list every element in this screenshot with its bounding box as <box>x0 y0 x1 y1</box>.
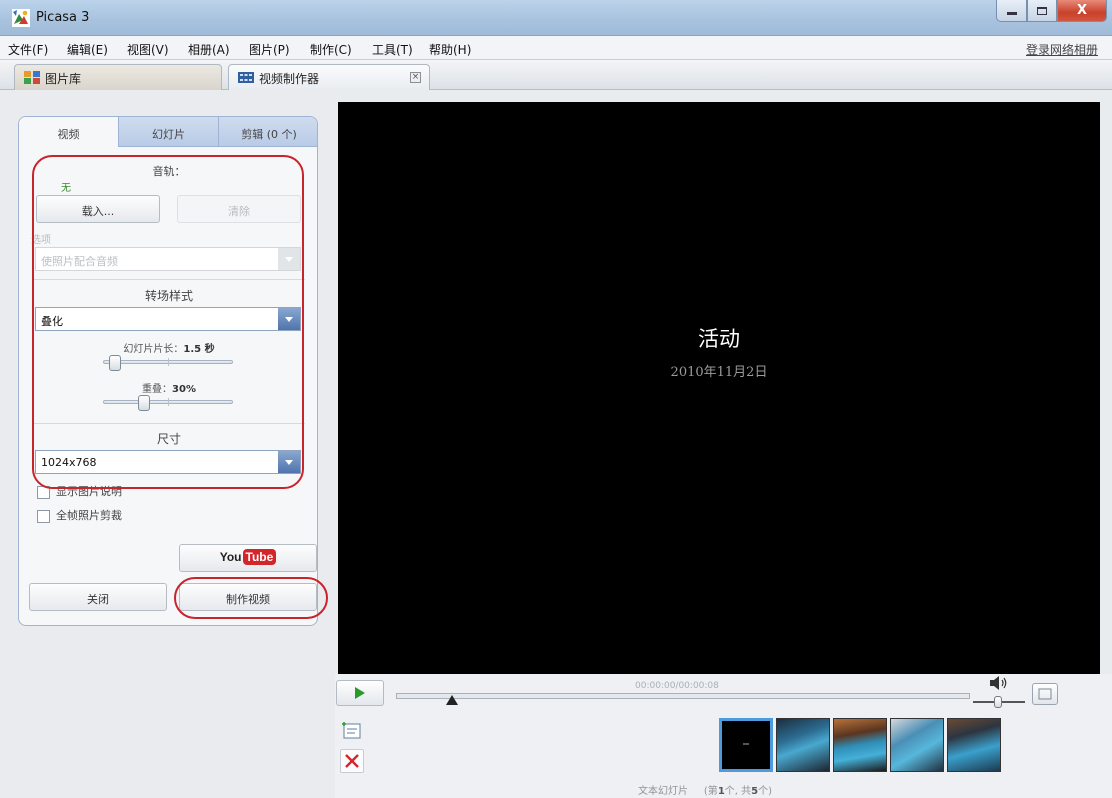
menu-picture[interactable]: 图片(P) <box>249 41 290 58</box>
highlight-ring <box>32 155 304 489</box>
full-frame-crop-checkbox[interactable] <box>37 509 50 523</box>
tab-clips[interactable]: 剪辑 (0 个) <box>219 117 317 147</box>
menu-album[interactable]: 相册(A) <box>188 41 230 58</box>
tab-bar: 图片库 视频制作器 × <box>0 60 1112 90</box>
fullscreen-button[interactable] <box>1032 683 1058 705</box>
maximize-icon <box>1037 6 1047 15</box>
youtube-upload-button[interactable]: You Tube <box>179 544 317 572</box>
menu-bar: 文件(F) 编辑(E) 视图(V) 相册(A) 图片(P) 制作(C) 工具(T… <box>0 36 1112 60</box>
filmstrip-thumb-photo[interactable] <box>833 718 887 772</box>
filmstrip-thumb-photo[interactable] <box>776 718 830 772</box>
close-icon: X <box>1076 3 1088 18</box>
video-preview[interactable]: 活动 2010年11月2日 <box>338 102 1100 674</box>
slide-title-text: 活动 <box>698 327 740 351</box>
menu-file[interactable]: 文件(F) <box>8 41 48 58</box>
picasa-logo-icon <box>12 9 30 27</box>
volume-handle[interactable] <box>994 696 1002 708</box>
menu-help[interactable]: 帮助(H) <box>429 41 471 58</box>
volume-icon <box>990 676 1007 690</box>
minimize-button[interactable] <box>996 0 1027 22</box>
window-title: Picasa 3 <box>36 10 90 25</box>
menu-view[interactable]: 视图(V) <box>127 41 169 58</box>
playback-controls: 00:00:00/00:00:08 文本幻灯片 (第1个, 共5个) <box>335 674 1112 798</box>
tab-library-label: 图片库 <box>45 72 82 86</box>
tab-video[interactable]: 视频 <box>19 117 119 147</box>
text-slide-icon <box>342 722 361 739</box>
menu-edit[interactable]: 编辑(E) <box>67 41 108 58</box>
tab-close-icon[interactable]: × <box>410 72 421 83</box>
filmstrip-thumb-photo[interactable] <box>890 718 944 772</box>
tab-slides[interactable]: 幻灯片 <box>119 117 219 147</box>
volume-slider[interactable] <box>973 696 1025 708</box>
add-text-slide-button[interactable] <box>340 719 364 743</box>
timeline-scrubber[interactable] <box>396 693 970 699</box>
delete-slide-button[interactable] <box>340 749 364 773</box>
filmstrip-thumb-text-slide[interactable] <box>719 718 773 772</box>
filmstrip-status: 文本幻灯片 (第1个, 共5个) <box>638 786 773 797</box>
tab-movie-maker[interactable]: 视频制作器 × <box>228 64 430 90</box>
close-window-button[interactable]: X <box>1057 0 1107 22</box>
title-bar: Picasa 3 X <box>0 0 1112 36</box>
full-frame-crop-checkbox-row[interactable]: 全帧照片剪裁 <box>37 507 122 523</box>
maximize-button[interactable] <box>1027 0 1057 22</box>
filmstrip-thumb-photo[interactable] <box>947 718 1001 772</box>
time-code: 00:00:00/00:00:08 <box>635 681 719 691</box>
slide-date-text: 2010年11月2日 <box>670 365 768 380</box>
youtube-logo: You Tube <box>220 549 277 565</box>
menu-create[interactable]: 制作(C) <box>310 41 352 58</box>
fullscreen-icon <box>1038 688 1052 700</box>
delete-icon <box>345 754 359 768</box>
tab-movie-maker-label: 视频制作器 <box>259 72 320 86</box>
minimize-icon <box>1006 12 1017 15</box>
play-icon <box>355 687 365 699</box>
tab-library[interactable]: 图片库 <box>14 64 222 90</box>
menu-tools[interactable]: 工具(T) <box>372 41 413 58</box>
highlight-ring <box>174 577 328 619</box>
close-button[interactable]: 关闭 <box>29 583 167 611</box>
library-icon <box>24 71 40 84</box>
movie-settings-panel: 视频 幻灯片 剪辑 (0 个) 音轨： 无 载入... 清除 选项 使照片配合音… <box>0 91 335 798</box>
login-web-albums-link[interactable]: 登录网络相册 <box>1026 41 1098 58</box>
play-button[interactable] <box>336 680 384 706</box>
film-icon <box>238 72 254 83</box>
timeline-position-marker[interactable] <box>446 695 458 705</box>
